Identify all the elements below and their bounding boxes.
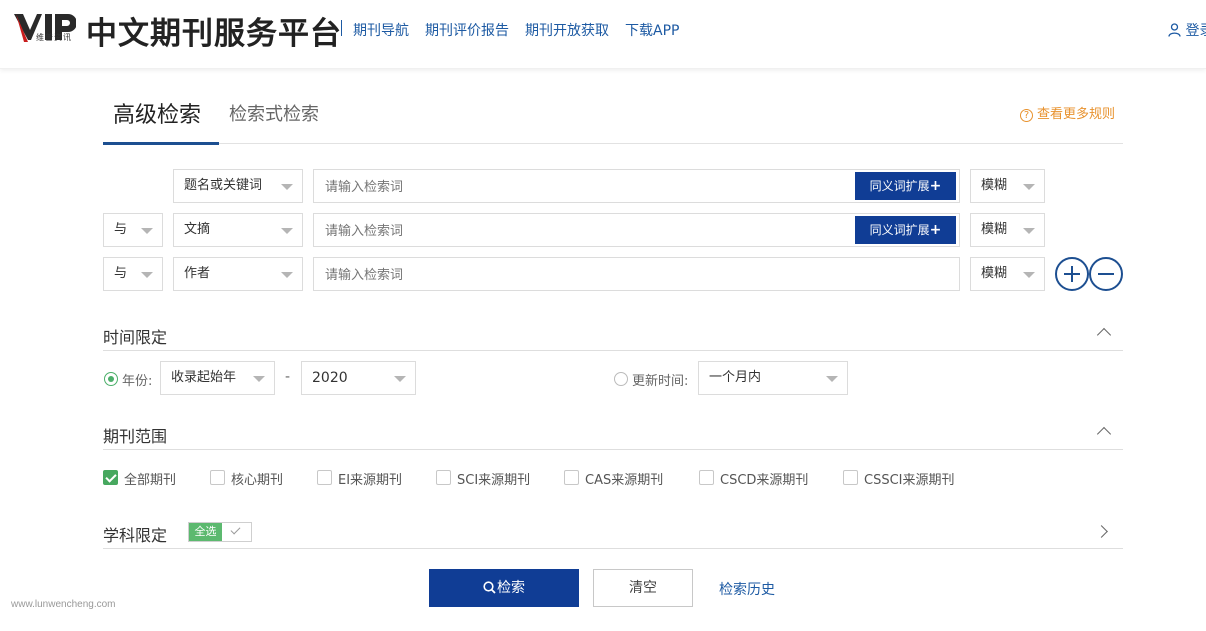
chevron-down-icon xyxy=(1023,272,1035,278)
tab-active-indicator xyxy=(103,142,219,145)
login-link[interactable]: 登录 xyxy=(1168,20,1206,40)
chevron-down-icon xyxy=(141,272,153,278)
time-limit-title: 时间限定 xyxy=(103,328,168,347)
check-icon xyxy=(230,524,241,535)
year-label: 年份: xyxy=(122,374,153,389)
chevron-down-icon xyxy=(281,184,293,190)
checkbox-sci-journals[interactable] xyxy=(436,470,451,485)
checkbox-all-journals[interactable] xyxy=(103,470,118,485)
chevron-up-icon[interactable] xyxy=(1096,327,1112,343)
year-from-value: 收录起始年 xyxy=(171,370,237,385)
nav-download-app[interactable]: 下载APP xyxy=(625,20,679,40)
chevron-down-icon xyxy=(1023,228,1035,234)
search-button-label: 检索 xyxy=(497,580,525,596)
checkbox-label-sci: SCI来源期刊 xyxy=(457,473,531,488)
select-all-toggle[interactable]: 全选 xyxy=(188,522,252,542)
journal-scope-title: 期刊范围 xyxy=(103,427,168,446)
logo-subtitle: 维普资讯 xyxy=(36,33,72,42)
year-from-select[interactable]: 收录起始年 xyxy=(160,361,275,395)
checkbox-label-cscd: CSCD来源期刊 xyxy=(720,473,809,488)
update-time-select[interactable]: 一个月内 xyxy=(698,361,848,395)
minus-icon xyxy=(1098,273,1114,275)
match-select-1-value: 模糊 xyxy=(981,178,1008,193)
user-icon xyxy=(1168,23,1181,37)
match-select-3-value: 模糊 xyxy=(981,266,1008,281)
logic-select-3-value: 与 xyxy=(114,266,128,281)
search-input-3[interactable] xyxy=(313,257,960,291)
header-divider xyxy=(341,20,342,36)
tab-expression-search[interactable]: 检索式检索 xyxy=(229,100,319,126)
select-all-label: 全选 xyxy=(189,523,222,541)
login-label: 登录 xyxy=(1185,23,1206,39)
match-select-3[interactable]: 模糊 xyxy=(970,257,1045,291)
field-select-3[interactable]: 作者 xyxy=(173,257,303,291)
year-to-select[interactable]: 2020 xyxy=(301,361,416,395)
match-select-2[interactable]: 模糊 xyxy=(970,213,1045,247)
synonym-label-1: 同义词扩展 xyxy=(869,179,930,193)
nav-journal-guide[interactable]: 期刊导航 xyxy=(353,20,409,40)
plus-icon: + xyxy=(929,178,942,194)
nav-open-access[interactable]: 期刊开放获取 xyxy=(525,20,609,40)
logic-select-2-value: 与 xyxy=(114,222,128,237)
watermark: www.lunwencheng.com xyxy=(11,599,116,610)
chevron-down-icon xyxy=(1023,184,1035,190)
clear-button[interactable]: 清空 xyxy=(593,569,693,607)
update-time-radio[interactable] xyxy=(614,372,628,386)
section-divider xyxy=(103,548,1123,549)
plus-icon: + xyxy=(929,222,942,238)
match-select-2-value: 模糊 xyxy=(981,222,1008,237)
field-select-3-value: 作者 xyxy=(184,266,211,281)
update-time-label: 更新时间: xyxy=(632,374,689,389)
synonym-expand-button-1[interactable]: 同义词扩展+ xyxy=(855,172,956,200)
checkbox-label-all: 全部期刊 xyxy=(124,473,177,488)
more-rules-link[interactable]: ? 查看更多规则 xyxy=(1020,103,1115,122)
chevron-down-icon xyxy=(826,376,838,382)
platform-title[interactable]: 中文期刊服务平台 xyxy=(86,8,342,53)
checkbox-cas-journals[interactable] xyxy=(564,470,579,485)
field-select-2-value: 文摘 xyxy=(184,222,211,237)
tab-advanced-search[interactable]: 高级检索 xyxy=(113,97,201,129)
chevron-down-icon xyxy=(281,272,293,278)
match-select-1[interactable]: 模糊 xyxy=(970,169,1045,203)
chevron-up-icon[interactable] xyxy=(1096,426,1112,442)
chevron-down-icon xyxy=(141,228,153,234)
checkbox-cssci-journals[interactable] xyxy=(843,470,858,485)
field-select-1-value: 题名或关键词 xyxy=(184,178,263,193)
field-select-1[interactable]: 题名或关键词 xyxy=(173,169,303,203)
logic-select-3[interactable]: 与 xyxy=(103,257,163,291)
more-rules-label: 查看更多规则 xyxy=(1037,107,1116,122)
remove-row-button[interactable] xyxy=(1089,257,1123,291)
section-divider xyxy=(103,449,1123,450)
year-radio[interactable] xyxy=(104,372,118,386)
section-divider xyxy=(103,350,1123,351)
checkbox-label-ei: EI来源期刊 xyxy=(338,473,403,488)
checkbox-label-cas: CAS来源期刊 xyxy=(585,473,664,488)
update-time-value: 一个月内 xyxy=(709,370,762,385)
checkbox-label-core: 核心期刊 xyxy=(231,473,284,488)
search-history-link[interactable]: 检索历史 xyxy=(719,579,775,599)
search-icon xyxy=(483,581,496,594)
field-select-2[interactable]: 文摘 xyxy=(173,213,303,247)
synonym-expand-button-2[interactable]: 同义词扩展+ xyxy=(855,216,956,244)
plus-icon-vertical xyxy=(1071,266,1073,282)
year-to-value: 2020 xyxy=(312,370,348,386)
checkbox-core-journals[interactable] xyxy=(210,470,225,485)
search-button[interactable]: 检索 xyxy=(429,569,579,607)
question-icon: ? xyxy=(1020,109,1033,122)
tab-baseline xyxy=(103,143,1123,144)
chevron-down-icon xyxy=(281,228,293,234)
top-header: 维普资讯 中文期刊服务平台 期刊导航 期刊评价报告 期刊开放获取 下载APP 登… xyxy=(0,0,1206,69)
checkbox-cscd-journals[interactable] xyxy=(699,470,714,485)
chevron-right-icon[interactable] xyxy=(1095,525,1108,538)
synonym-label-2: 同义词扩展 xyxy=(869,223,930,237)
subject-limit-title: 学科限定 xyxy=(103,526,168,545)
add-row-button[interactable] xyxy=(1055,257,1089,291)
range-dash: - xyxy=(285,369,291,385)
checkbox-ei-journals[interactable] xyxy=(317,470,332,485)
logic-select-2[interactable]: 与 xyxy=(103,213,163,247)
chevron-down-icon xyxy=(253,376,265,382)
checkbox-label-cssci: CSSCI来源期刊 xyxy=(864,473,955,488)
chevron-down-icon xyxy=(394,376,406,382)
nav-journal-report[interactable]: 期刊评价报告 xyxy=(425,20,509,40)
